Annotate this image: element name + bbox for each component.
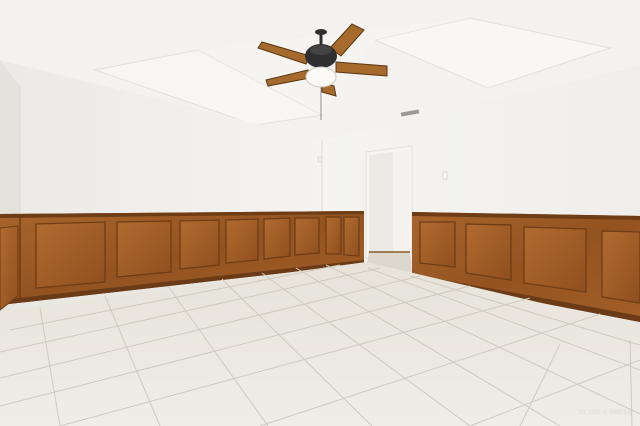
- watermark: SILVER & GREEN: [578, 410, 632, 416]
- light-switch: [442, 171, 448, 180]
- fan-light: [305, 66, 337, 88]
- doorway: [365, 145, 413, 272]
- room-photo: [0, 0, 640, 426]
- thermostat: [317, 156, 323, 163]
